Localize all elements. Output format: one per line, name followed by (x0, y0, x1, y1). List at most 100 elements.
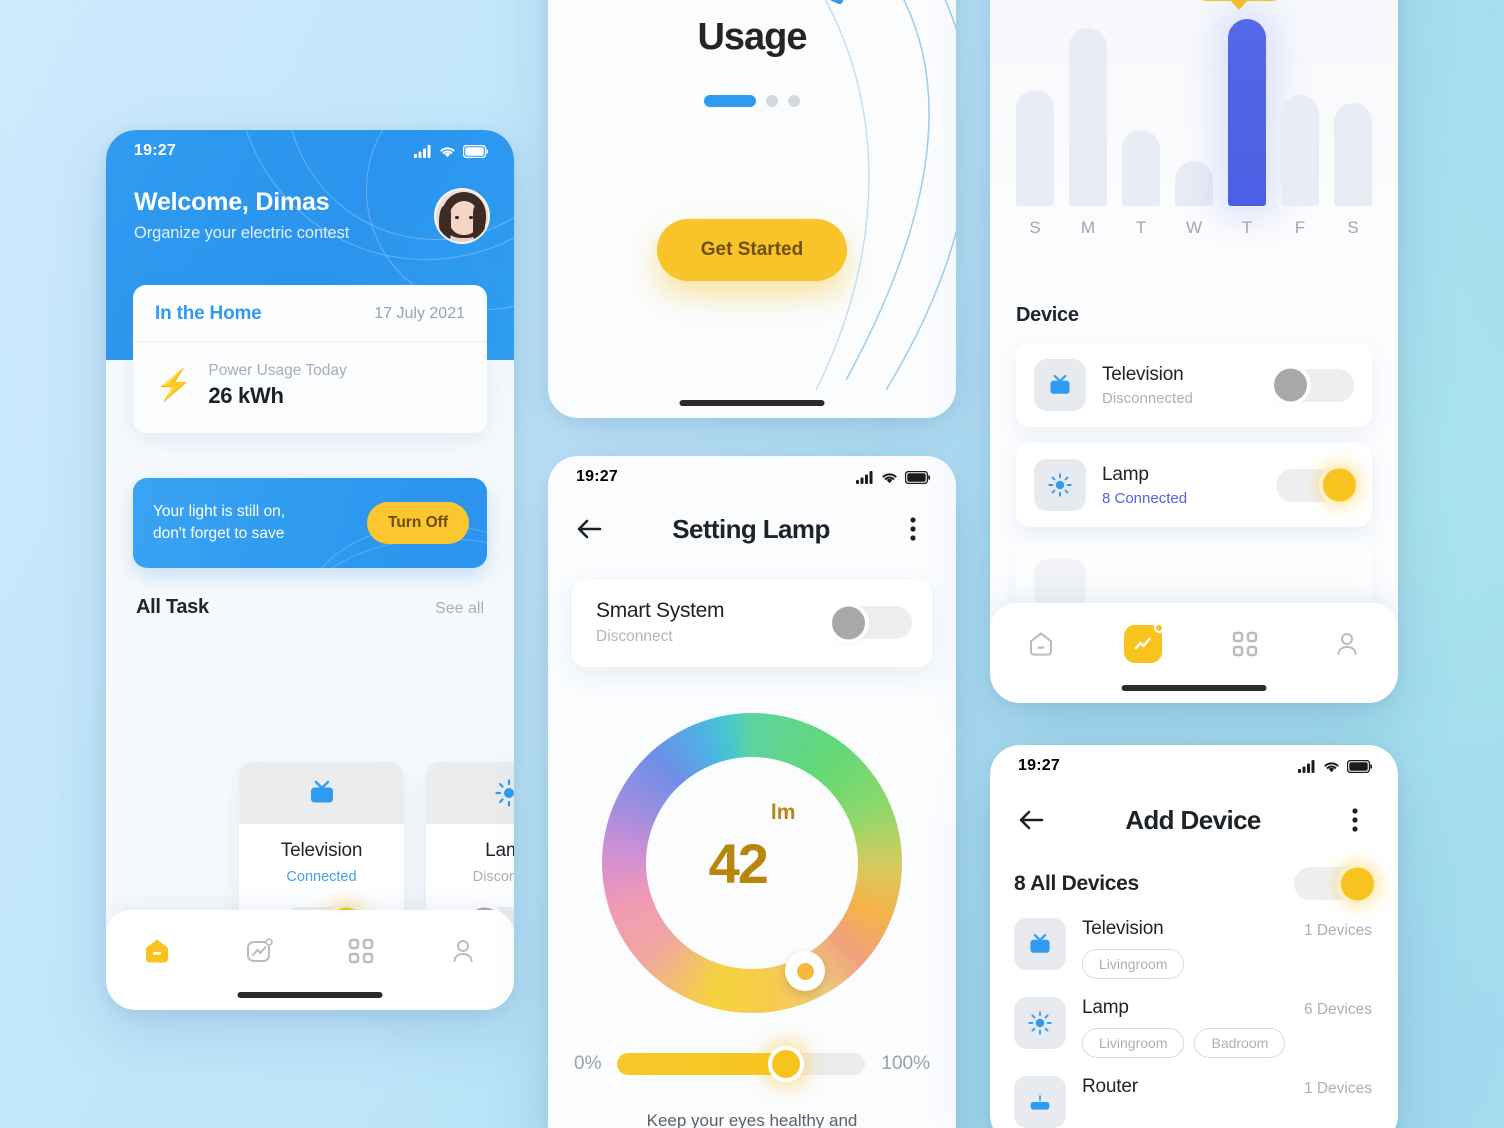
color-dial[interactable]: 42 lm (602, 713, 902, 1013)
all-task-header: All Task See all (136, 596, 484, 619)
chart-bar-column[interactable] (1334, 103, 1372, 206)
avatar[interactable] (434, 188, 490, 244)
device-name: Lamp (1102, 463, 1149, 485)
chart-bar[interactable] (1069, 28, 1107, 206)
status-bar: 19:27 (548, 456, 956, 498)
phone-statistic-screen: 42 Kwh SMTWTFS Device Television Disconn… (990, 0, 1398, 703)
lamp-note: Keep your eyes healthy and (646, 1111, 858, 1128)
chart-bar[interactable] (1334, 103, 1372, 206)
device-row-lamp[interactable]: Lamp 8 Connected (1016, 443, 1372, 527)
in-the-home-card: In the Home 17 July 2021 ⚡ Power Usage T… (133, 285, 487, 433)
smart-system-toggle[interactable] (832, 606, 912, 639)
nav-item-apps[interactable] (338, 932, 384, 970)
nav-item-home[interactable] (1018, 625, 1064, 663)
handle-dot (796, 962, 814, 980)
chart-bar-column[interactable] (1069, 28, 1107, 206)
device-count: 1 Devices (1303, 921, 1372, 939)
in-the-home-title: In the Home (155, 303, 262, 324)
turn-off-button[interactable]: Turn Off (367, 502, 469, 544)
page-title: Add Device (1125, 804, 1261, 835)
slider-thumb[interactable] (768, 1046, 805, 1082)
device-row-television[interactable]: Television Disconnected (1016, 343, 1372, 427)
nav-item-statistic[interactable] (1120, 623, 1166, 663)
toggle-knob (832, 606, 865, 639)
phone-usage-screen: Usage Get Started (548, 0, 956, 418)
room-chips: Livingroom Badroom (1082, 1028, 1286, 1058)
chart-x-label: T (1135, 218, 1147, 237)
chart-bar-column[interactable] (1122, 130, 1160, 206)
avatar-eye (455, 216, 459, 219)
brightness-slider[interactable] (617, 1046, 866, 1082)
phone-home-screen: 19:27 Welcome, Dimas Organize your elect… (106, 130, 514, 1010)
chart-bar[interactable] (1175, 161, 1213, 206)
welcome-row: Welcome, Dimas Organize your electric co… (134, 188, 490, 244)
back-button[interactable] (1014, 803, 1048, 837)
device-toggle-television[interactable] (1274, 368, 1354, 402)
nav-item-profile[interactable] (440, 932, 486, 970)
phone-setting-lamp-screen: 19:27 Setting Lamp Smart System Disconne… (548, 456, 956, 1128)
status-time: 19:27 (576, 468, 618, 485)
person-icon (453, 940, 473, 962)
wifi-icon (882, 472, 897, 483)
room-chip[interactable]: Livingroom (1082, 1028, 1185, 1058)
sun-icon (1034, 459, 1086, 511)
lightning-bolt-icon: ⚡ (155, 368, 193, 402)
list-item-top: Router 1 Devices (1082, 1076, 1372, 1098)
chart-bar[interactable] (1016, 90, 1054, 206)
banner-line-1: Your light is still on, (153, 503, 286, 520)
device-section: Device Television Disconnected Lamp 8 Co… (990, 280, 1398, 627)
device-toggle-lamp[interactable] (1276, 468, 1356, 502)
brightness-slider-row: 0% 100% (548, 1013, 956, 1082)
signal-icon (414, 144, 431, 158)
list-item-body: Television 1 Devices Livingroom (1082, 918, 1372, 979)
status-icons (856, 470, 930, 484)
see-all-link[interactable]: See all (435, 600, 484, 618)
chart-bar-active[interactable] (1228, 19, 1266, 206)
in-the-home-card-header: In the Home 17 July 2021 (133, 285, 487, 342)
nav-item-apps[interactable] (1222, 625, 1268, 663)
device-state: Disconnected (1102, 389, 1193, 407)
all-devices-toggle[interactable] (1294, 867, 1374, 900)
list-item[interactable]: Television 1 Devices Livingroom (990, 900, 1398, 979)
status-bar: 19:27 (106, 130, 514, 172)
page-dot-active[interactable] (704, 95, 756, 107)
list-item[interactable]: Lamp 6 Devices Livingroom Badroom (990, 979, 1398, 1058)
page-title: Setting Lamp (672, 513, 830, 544)
room-chip[interactable]: Livingroom (1082, 949, 1185, 979)
all-devices-row: 8 All Devices (990, 837, 1398, 900)
device-text: Lamp 8 Connected (1102, 464, 1260, 507)
task-name: Lamp (485, 840, 514, 861)
slider-max-label: 100% (881, 1053, 930, 1074)
chart-bar[interactable] (1122, 130, 1160, 206)
welcome-title: Welcome, Dimas (134, 188, 330, 216)
more-options-button[interactable] (896, 512, 930, 546)
nav-item-statistic[interactable] (236, 932, 282, 970)
grid-icon (1232, 631, 1258, 657)
banner-line-2: don't forget to save (153, 525, 285, 542)
nav-item-profile[interactable] (1324, 625, 1370, 663)
arrow-left-icon (577, 519, 602, 539)
chart-x-label: S (1029, 218, 1041, 237)
light-reminder-banner: Your light is still on, don't forget to … (133, 478, 487, 568)
toggle-knob (1341, 867, 1374, 900)
more-options-button[interactable] (1338, 803, 1372, 837)
device-section-title: Device (1016, 304, 1079, 326)
sun-icon (1014, 997, 1066, 1049)
room-chip[interactable]: Badroom (1194, 1028, 1286, 1058)
nav-item-home[interactable] (134, 932, 180, 970)
chart-bar-column[interactable] (1175, 161, 1213, 206)
chart-bar-column[interactable] (1228, 19, 1266, 206)
chart-x-label: S (1347, 218, 1359, 237)
color-wheel-handle[interactable] (785, 951, 825, 991)
wifi-icon (1324, 761, 1339, 772)
task-name: Television (280, 840, 363, 861)
chart-bar-column[interactable] (1016, 90, 1054, 206)
chart-bar[interactable] (1281, 95, 1319, 206)
battery-icon (1347, 759, 1372, 773)
device-name: Television (1102, 363, 1184, 385)
list-item[interactable]: Router 1 Devices (990, 1058, 1398, 1128)
back-button[interactable] (572, 512, 606, 546)
chart-bar-column[interactable] (1281, 95, 1319, 206)
arrow-left-icon (1019, 810, 1044, 830)
device-text: Television Disconnected (1102, 364, 1260, 407)
